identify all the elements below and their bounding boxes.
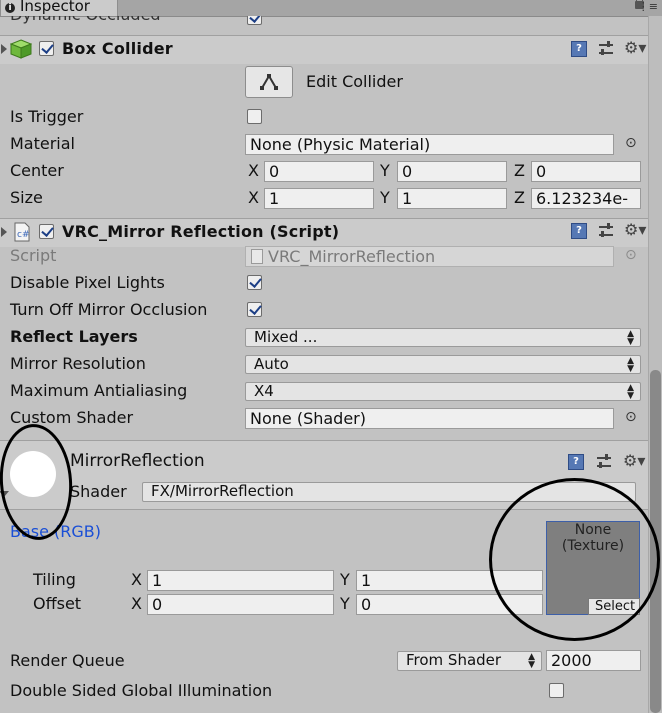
reflect-layers-dropdown[interactable]: Mixed ... ▲ ▼: [245, 328, 641, 347]
mirror-script-title: VRC_Mirror Reflection (Script): [62, 222, 340, 241]
size-y-axis-label: Y: [380, 188, 390, 207]
size-x-field[interactable]: 1: [264, 188, 374, 209]
render-queue-field[interactable]: 2000: [546, 650, 641, 671]
dropdown-arrow-icon: ▲ ▼: [627, 329, 634, 347]
tiling-label: Tiling: [33, 570, 76, 589]
edit-collider-button[interactable]: [245, 66, 293, 98]
center-y-axis-label: Y: [380, 161, 390, 180]
help-icon[interactable]: ?: [568, 454, 584, 470]
gear-icon[interactable]: ⚙▾: [623, 453, 645, 469]
render-queue-mode-dropdown[interactable]: From Shader ▲ ▼: [397, 651, 542, 671]
center-y-field[interactable]: 0: [397, 161, 507, 182]
script-label: Script: [10, 246, 57, 265]
box-collider-title: Box Collider: [62, 39, 173, 58]
help-icon[interactable]: ?: [571, 41, 587, 57]
script-field-icon: [251, 249, 263, 264]
help-icon[interactable]: ?: [571, 223, 587, 239]
offset-x-axis-label: X: [131, 594, 142, 613]
object-picker-icon: ⊙: [625, 247, 637, 263]
offset-x-field[interactable]: 0: [147, 594, 334, 615]
dropdown-arrow-icon: ▲ ▼: [627, 356, 634, 374]
annotation-circle-right: [489, 478, 660, 641]
presets-icon[interactable]: [598, 223, 614, 239]
mirror-script-enabled-checkbox[interactable]: [39, 224, 54, 239]
svg-text:c#: c#: [17, 230, 30, 240]
disable-pixel-lights-checkbox[interactable]: [247, 275, 262, 290]
offset-y-axis-label: Y: [340, 594, 350, 613]
max-antialiasing-value: X4: [254, 382, 274, 400]
inspector-tab-label: Inspector: [20, 0, 90, 15]
tiling-x-axis-label: X: [131, 570, 142, 589]
clipped-row-label: Dynamic Occluded: [10, 16, 161, 25]
size-z-field[interactable]: 6.123234e-: [531, 188, 641, 209]
size-label: Size: [10, 188, 43, 207]
gear-icon[interactable]: ⚙▾: [624, 222, 646, 238]
size-x-axis-label: X: [248, 188, 259, 207]
object-picker-icon[interactable]: ⊙: [625, 409, 637, 425]
gear-icon[interactable]: ⚙▾: [624, 40, 646, 56]
mirror-resolution-dropdown[interactable]: Auto ▲ ▼: [245, 355, 641, 374]
clipped-row: Dynamic Occluded: [0, 16, 648, 26]
tiling-y-axis-label: Y: [340, 570, 350, 589]
fold-arrow-icon[interactable]: [1, 44, 7, 54]
center-x-axis-label: X: [248, 161, 259, 180]
reflect-layers-value: Mixed ...: [254, 328, 318, 346]
dropdown-arrow-icon: ▲ ▼: [528, 652, 535, 670]
script-field: VRC_MirrorReflection: [245, 246, 614, 267]
size-z-axis-label: Z: [514, 188, 525, 207]
center-z-field[interactable]: 0: [531, 161, 641, 182]
script-icon: c#: [14, 222, 30, 242]
turn-off-occlusion-checkbox[interactable]: [247, 302, 262, 317]
clipped-row-checkbox[interactable]: [247, 16, 262, 25]
edit-collider-icon: [260, 74, 278, 90]
edit-collider-label: Edit Collider: [306, 72, 403, 91]
tiling-x-field[interactable]: 1: [147, 570, 334, 591]
double-sided-gi-label: Double Sided Global Illumination: [10, 681, 273, 700]
cube-icon: [10, 39, 32, 59]
max-antialiasing-dropdown[interactable]: X4 ▲ ▼: [245, 382, 641, 401]
center-x-field[interactable]: 0: [264, 161, 374, 182]
render-queue-label: Render Queue: [10, 651, 125, 670]
material-field[interactable]: None (Physic Material): [245, 134, 614, 155]
reflect-layers-label: Reflect Layers: [10, 327, 138, 346]
presets-icon[interactable]: [596, 454, 612, 470]
turn-off-occlusion-label: Turn Off Mirror Occlusion: [10, 300, 208, 319]
object-picker-icon[interactable]: ⊙: [625, 135, 637, 151]
center-z-axis-label: Z: [514, 161, 525, 180]
size-y-field[interactable]: 1: [397, 188, 507, 209]
menu-icon[interactable]: ⋮≡: [638, 1, 658, 12]
mirror-resolution-value: Auto: [254, 355, 289, 373]
double-sided-gi-checkbox[interactable]: [549, 683, 564, 698]
custom-shader-field[interactable]: None (Shader): [245, 408, 614, 429]
mirror-resolution-label: Mirror Resolution: [10, 354, 146, 373]
is-trigger-checkbox[interactable]: [247, 109, 262, 124]
box-collider-enabled-checkbox[interactable]: [39, 41, 54, 56]
shader-label: Shader: [70, 482, 127, 501]
render-queue-mode-value: From Shader: [406, 651, 502, 669]
material-name: MirrorReflection: [70, 451, 205, 471]
inspector-tab[interactable]: i Inspector: [0, 0, 118, 16]
dropdown-arrow-icon: ▲ ▼: [627, 383, 634, 401]
disable-pixel-lights-label: Disable Pixel Lights: [10, 273, 165, 292]
fold-arrow-icon[interactable]: [1, 227, 7, 237]
presets-icon[interactable]: [598, 41, 614, 57]
shader-value: FX/MirrorReflection: [151, 482, 294, 500]
center-label: Center: [10, 161, 64, 180]
max-antialiasing-label: Maximum Antialiasing: [10, 381, 188, 400]
info-icon: i: [5, 3, 15, 13]
is-trigger-label: Is Trigger: [10, 107, 84, 126]
material-label: Material: [10, 134, 75, 153]
offset-label: Offset: [33, 594, 82, 613]
